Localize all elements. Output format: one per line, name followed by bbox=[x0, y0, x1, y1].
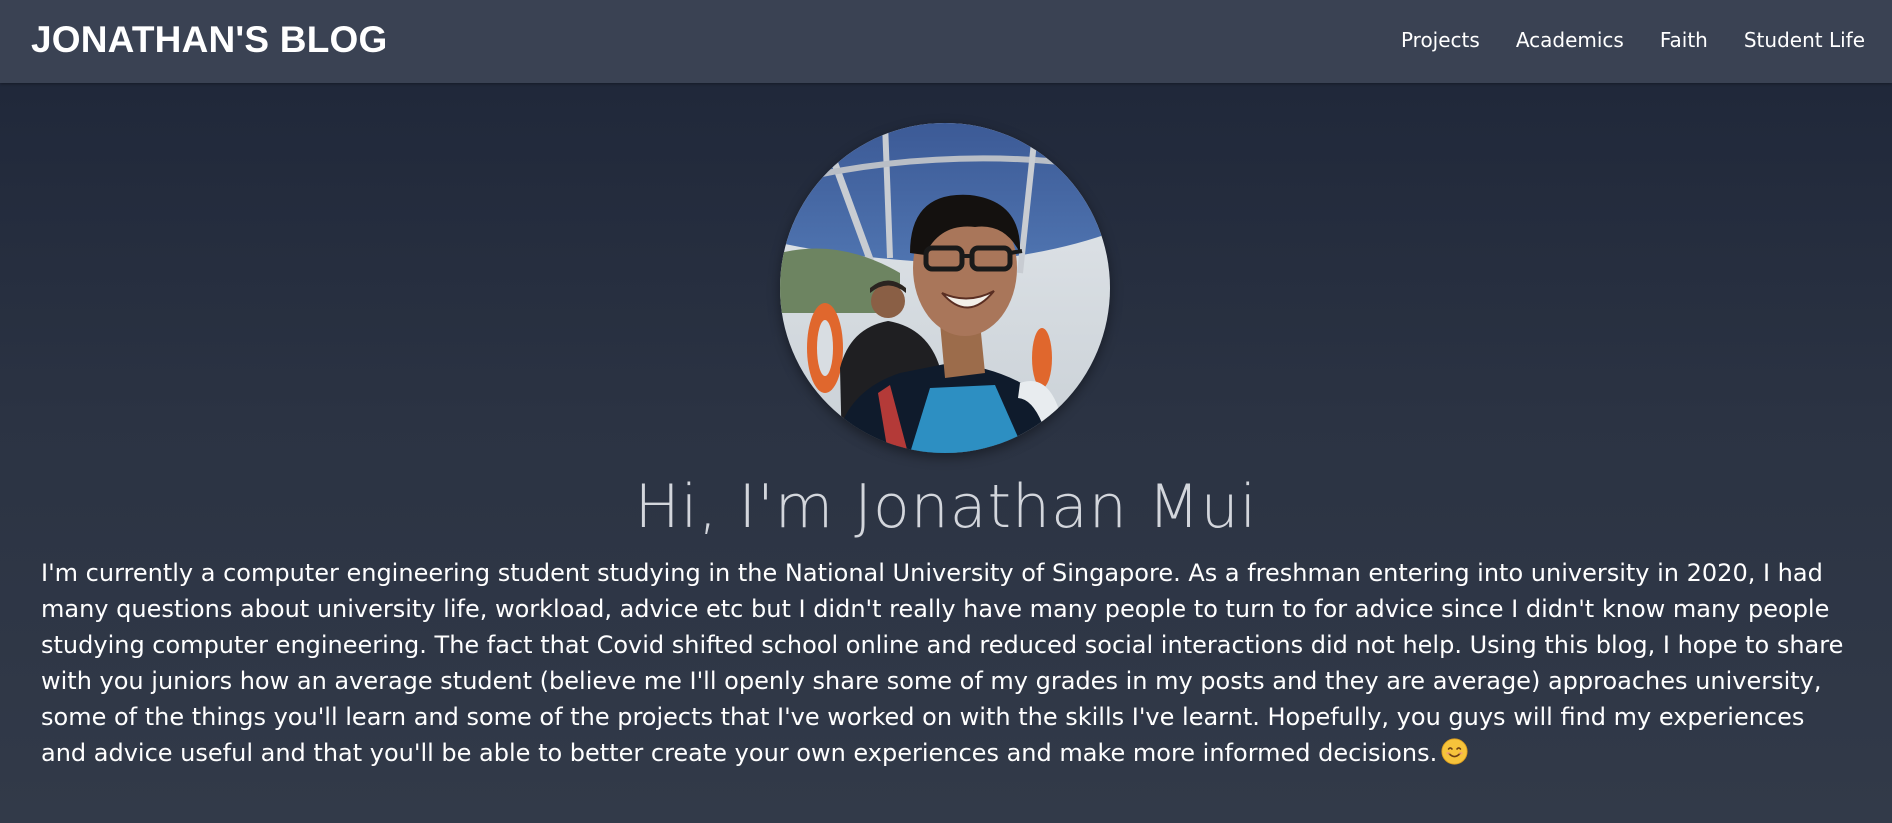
smiling-face-icon bbox=[1441, 738, 1468, 765]
nav-link-student-life[interactable]: Student Life bbox=[1744, 25, 1865, 55]
nav-link-projects[interactable]: Projects bbox=[1401, 25, 1480, 55]
intro-text: I'm currently a computer engineering stu… bbox=[41, 559, 1844, 767]
intro-paragraph: I'm currently a computer engineering stu… bbox=[41, 555, 1856, 771]
navbar: JONATHAN'S BLOG Projects Academics Faith… bbox=[0, 0, 1892, 83]
nav-link-academics[interactable]: Academics bbox=[1516, 25, 1624, 55]
nav-links: Projects Academics Faith Student Life bbox=[1401, 25, 1865, 55]
brand-logo[interactable]: JONATHAN'S BLOG bbox=[31, 18, 387, 62]
page-headline: Hi, I'm Jonathan Mui bbox=[634, 472, 1258, 542]
nav-link-faith[interactable]: Faith bbox=[1660, 25, 1708, 55]
profile-photo bbox=[780, 123, 1110, 453]
